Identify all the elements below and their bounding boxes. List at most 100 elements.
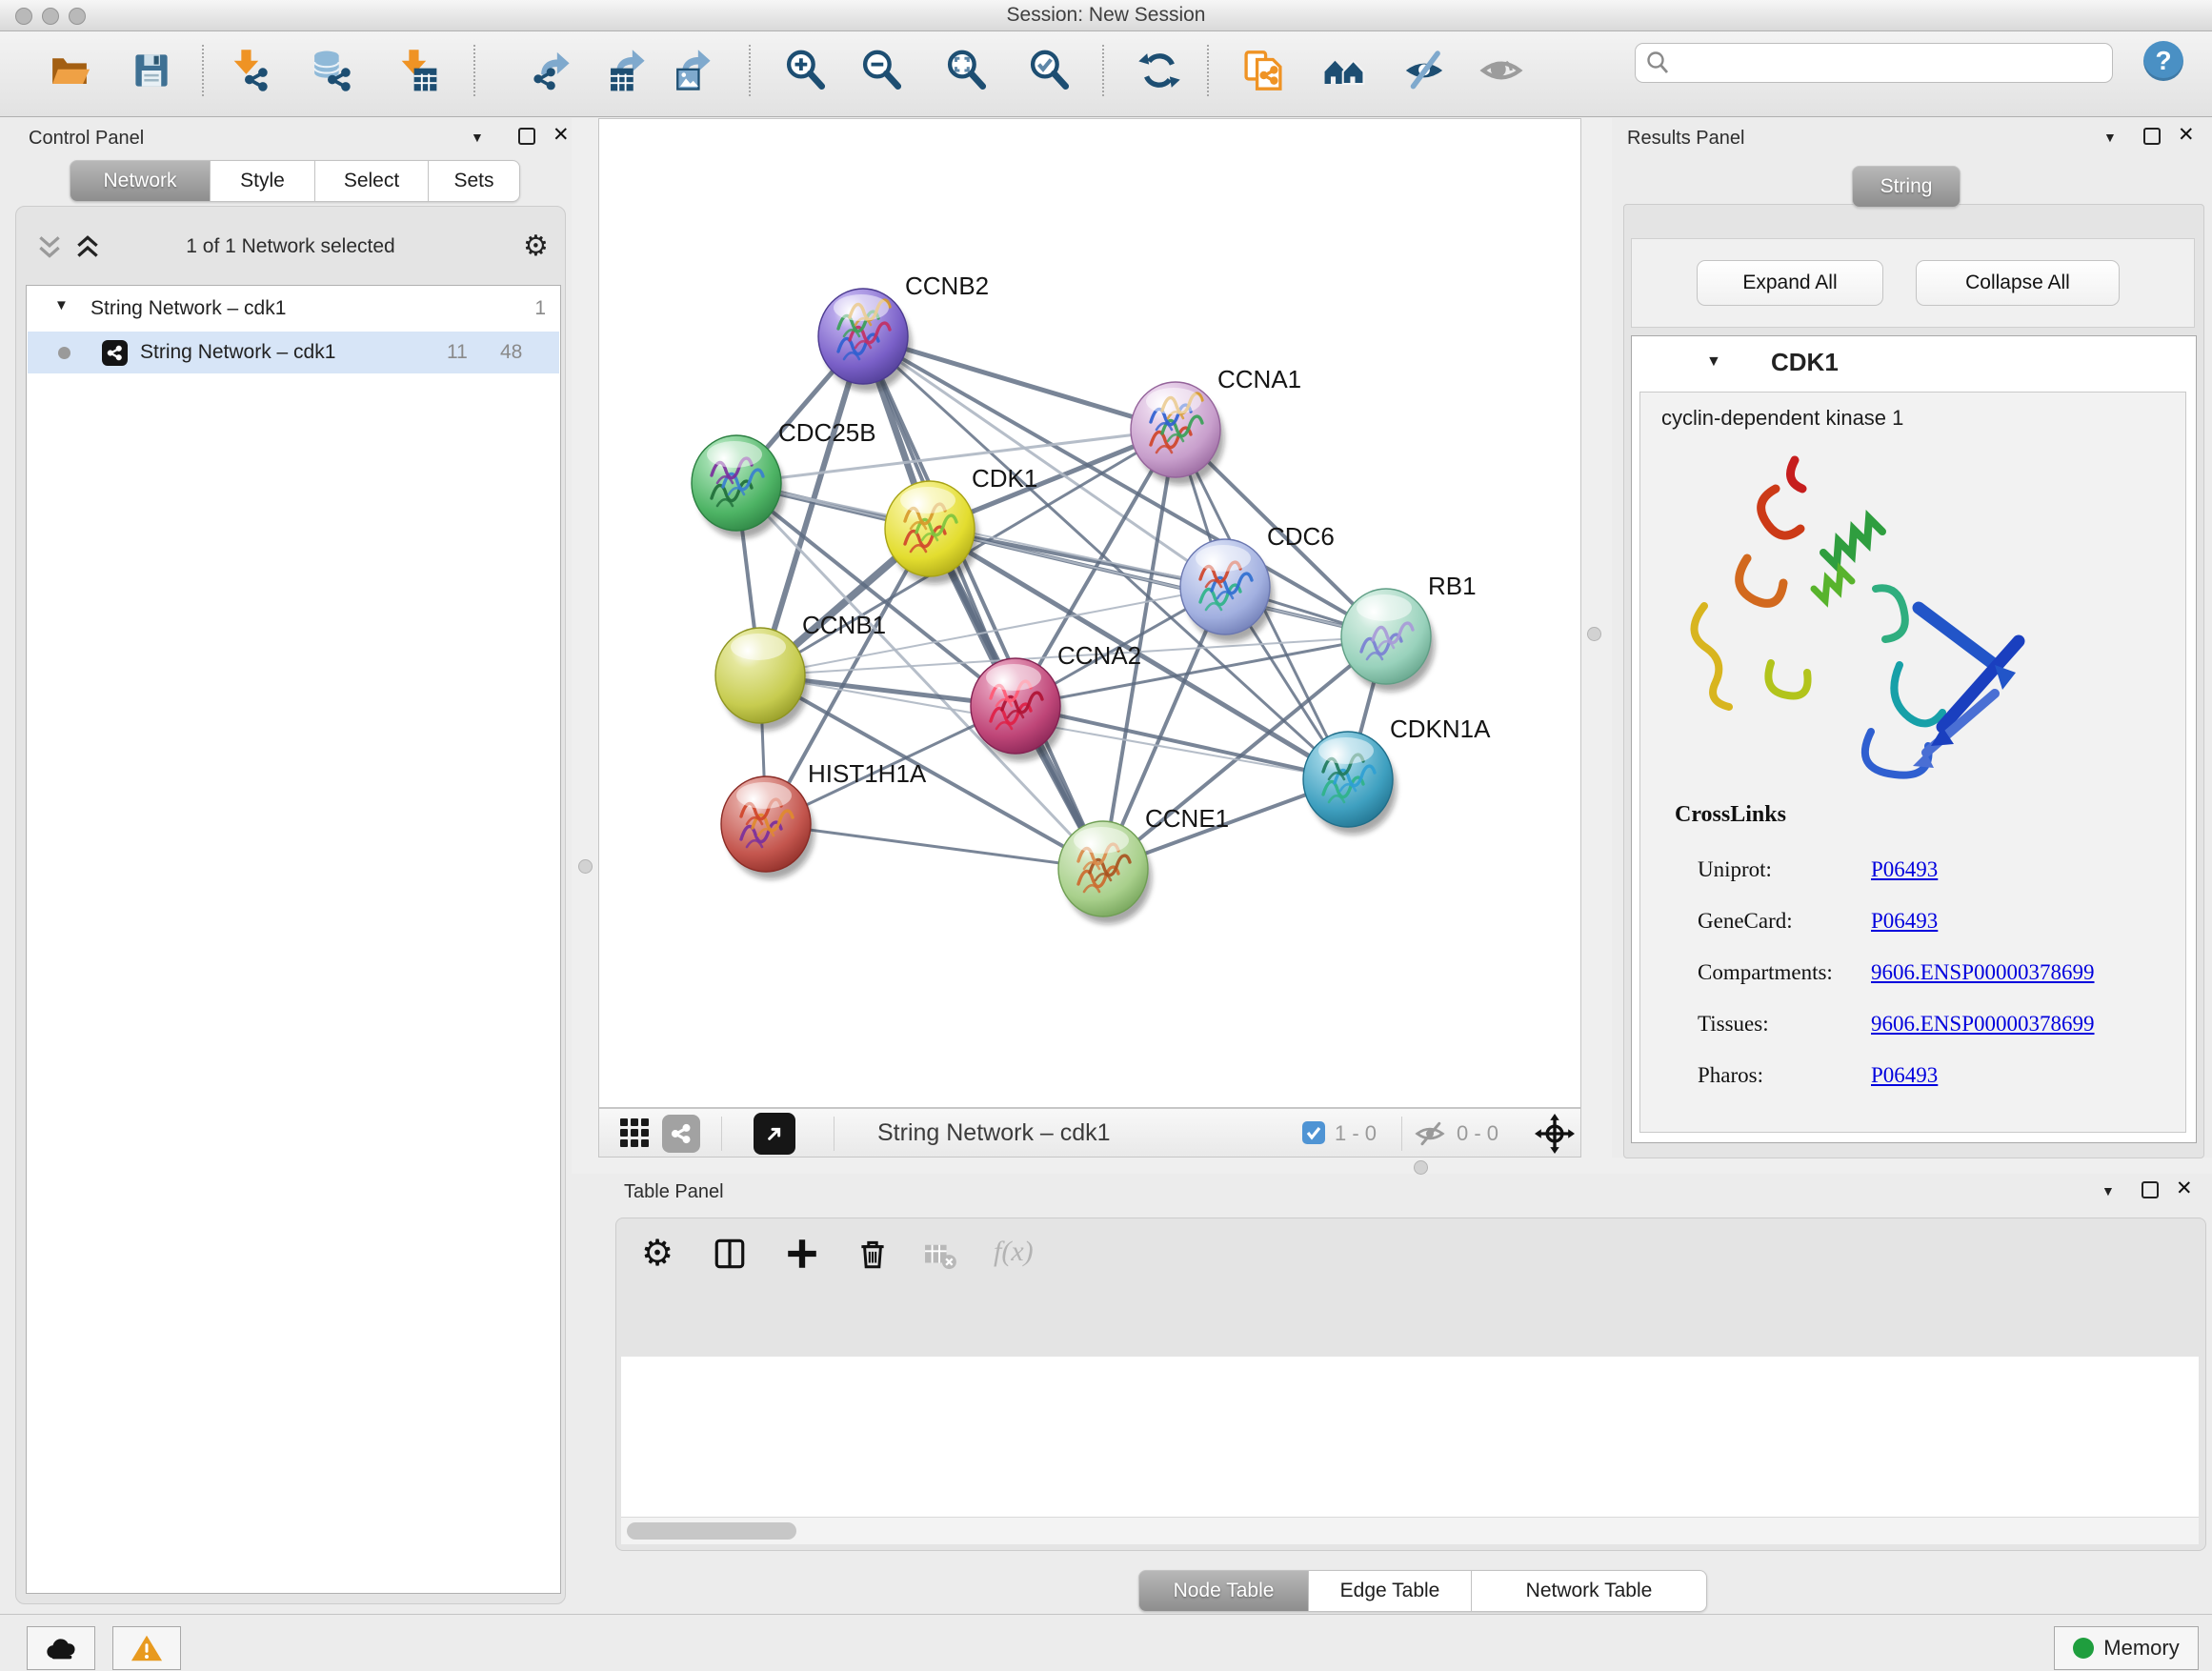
cloud-icon bbox=[45, 1636, 77, 1661]
zoom-selected-button[interactable] bbox=[1028, 49, 1072, 92]
control-panel-float-button[interactable] bbox=[518, 128, 535, 145]
tab-network[interactable]: Network bbox=[70, 160, 211, 202]
zoom-selected-icon bbox=[1028, 49, 1072, 92]
crosslink-link[interactable]: P06493 bbox=[1871, 1063, 1938, 1088]
hide-selected-button[interactable] bbox=[1402, 49, 1446, 92]
warnings-button[interactable] bbox=[112, 1626, 181, 1670]
network-node-count: 11 bbox=[447, 341, 468, 364]
crosslink-link[interactable]: 9606.ENSP00000378699 bbox=[1871, 1012, 2095, 1037]
application-window: Session: New Session ? Control Panel bbox=[0, 0, 2212, 1671]
zoom-fit-button[interactable] bbox=[945, 49, 989, 92]
results-panel-float-button[interactable] bbox=[2143, 128, 2161, 145]
show-all-button[interactable] bbox=[1479, 49, 1523, 92]
horizontal-splitter[interactable] bbox=[572, 1158, 2212, 1174]
tab-node-table[interactable]: Node Table bbox=[1138, 1570, 1309, 1612]
add-column-plus-icon[interactable] bbox=[784, 1236, 820, 1272]
results-panel-close-button[interactable]: ✕ bbox=[2178, 127, 2195, 144]
results-panel-menu-button[interactable]: ▼ bbox=[2103, 130, 2117, 145]
table-panel-menu-button[interactable]: ▼ bbox=[2101, 1183, 2115, 1198]
collapse-all-button[interactable]: Collapse All bbox=[1916, 260, 2120, 306]
save-session-button[interactable] bbox=[130, 49, 173, 92]
help-button[interactable]: ? bbox=[2143, 41, 2183, 81]
cloud-status-button[interactable] bbox=[27, 1626, 95, 1670]
detach-view-button[interactable] bbox=[754, 1113, 795, 1155]
crosslink-label: Compartments: bbox=[1698, 960, 1871, 985]
results-buttons-bar: Expand All Collapse All bbox=[1631, 238, 2195, 328]
memory-status-dot-icon bbox=[2073, 1638, 2094, 1659]
network-edge-CCNB2-CCNE1[interactable] bbox=[863, 336, 1103, 869]
search-icon bbox=[1645, 50, 1670, 75]
export-network-button[interactable] bbox=[532, 49, 575, 92]
network-node-HIST1H1A[interactable]: HIST1H1A bbox=[721, 759, 927, 879]
zoom-out-button[interactable] bbox=[860, 49, 904, 92]
network-view-toolbar: String Network – cdk1 1 - 0 0 - 0 bbox=[598, 1108, 1581, 1158]
refresh-button[interactable] bbox=[1137, 49, 1181, 92]
tab-sets[interactable]: Sets bbox=[429, 160, 520, 202]
import-network-icon bbox=[227, 49, 271, 92]
network-view-title: String Network – cdk1 bbox=[877, 1119, 1111, 1147]
left-splitter[interactable] bbox=[572, 118, 598, 1158]
database-icon bbox=[310, 49, 353, 92]
network-node-CDC6[interactable]: CDC6 bbox=[1180, 522, 1335, 642]
left-splitter-handle[interactable] bbox=[578, 859, 593, 874]
horizontal-splitter-handle[interactable] bbox=[1414, 1160, 1428, 1175]
open-session-button[interactable] bbox=[48, 49, 91, 92]
crosslink-label: Pharos: bbox=[1698, 1063, 1871, 1088]
tab-style[interactable]: Style bbox=[211, 160, 315, 202]
memory-button[interactable]: Memory bbox=[2054, 1626, 2199, 1670]
welcome-screen-button[interactable] bbox=[1322, 49, 1366, 92]
network-type-icon bbox=[102, 340, 128, 366]
network-node-label: CCNA2 bbox=[1057, 641, 1141, 670]
network-row-selected[interactable]: String Network – cdk1 11 48 bbox=[28, 332, 559, 373]
expand-all-button[interactable]: Expand All bbox=[1697, 260, 1883, 306]
pan-crosshair-icon[interactable] bbox=[1535, 1114, 1575, 1154]
gene-entry-collapse-arrow-icon[interactable]: ▼ bbox=[1706, 353, 1721, 371]
right-splitter-handle[interactable] bbox=[1587, 627, 1601, 641]
network-view-type-icon[interactable] bbox=[662, 1115, 700, 1153]
toolbar-separator bbox=[473, 45, 475, 96]
control-panel-close-button[interactable]: ✕ bbox=[553, 127, 570, 144]
tab-string[interactable]: String bbox=[1852, 166, 1961, 208]
network-edge-HIST1H1A-CCNE1[interactable] bbox=[766, 824, 1103, 869]
table-panel-close-button[interactable]: ✕ bbox=[2176, 1180, 2193, 1198]
new-network-from-selection-button[interactable] bbox=[1241, 49, 1285, 92]
network-collection-row[interactable]: ▼ String Network – cdk1 1 bbox=[28, 290, 559, 332]
import-network-database-button[interactable] bbox=[310, 49, 353, 92]
gene-symbol: CDK1 bbox=[1771, 348, 1839, 377]
control-panel-menu-button[interactable]: ▼ bbox=[471, 130, 484, 145]
delete-column-trash-icon[interactable] bbox=[855, 1236, 891, 1272]
crosslink-link[interactable]: 9606.ENSP00000378699 bbox=[1871, 960, 2095, 985]
import-table-button[interactable] bbox=[394, 49, 438, 92]
search-input[interactable] bbox=[1679, 47, 2104, 79]
export-table-button[interactable] bbox=[607, 49, 651, 92]
network-options-gear-icon[interactable]: ⚙ bbox=[523, 230, 549, 263]
network-status-dot-icon bbox=[58, 347, 70, 359]
show-columns-icon[interactable] bbox=[712, 1236, 748, 1272]
table-panel-float-button[interactable] bbox=[2142, 1181, 2159, 1198]
zoom-in-button[interactable] bbox=[784, 49, 828, 92]
crosslink-label: GeneCard: bbox=[1698, 909, 1871, 934]
import-network-file-button[interactable] bbox=[227, 49, 271, 92]
collection-count: 1 bbox=[534, 297, 546, 320]
tab-network-table[interactable]: Network Table bbox=[1472, 1570, 1707, 1612]
network-canvas[interactable]: CCNB2CCNA1CDC25BCDK1CDC6RB1CCNB1CCNA2CDK… bbox=[598, 118, 1581, 1108]
network-node-CDKN1A[interactable]: CDKN1A bbox=[1303, 715, 1491, 835]
tab-edge-table[interactable]: Edge Table bbox=[1309, 1570, 1472, 1612]
table-settings-gear-icon[interactable]: ⚙ bbox=[641, 1232, 674, 1275]
crosslink-link[interactable]: P06493 bbox=[1871, 909, 1938, 934]
tab-select[interactable]: Select bbox=[315, 160, 429, 202]
network-node-CCNB1[interactable]: CCNB1 bbox=[715, 611, 886, 731]
collection-expand-arrow-icon[interactable]: ▼ bbox=[54, 297, 69, 313]
crosslink-link[interactable]: P06493 bbox=[1871, 857, 1938, 882]
birdseye-grid-icon[interactable] bbox=[620, 1118, 649, 1147]
table-hscrollbar-thumb[interactable] bbox=[627, 1522, 796, 1540]
houses-icon bbox=[1322, 49, 1366, 92]
zoom-in-icon bbox=[784, 49, 828, 92]
export-image-button[interactable] bbox=[673, 49, 716, 92]
selected-count-checkbox-icon[interactable] bbox=[1302, 1121, 1325, 1144]
control-panel-title: Control Panel bbox=[29, 128, 144, 150]
hidden-count-eye-icon[interactable] bbox=[1413, 1118, 1447, 1149]
refresh-icon bbox=[1137, 49, 1181, 92]
network-node-RB1[interactable]: RB1 bbox=[1341, 572, 1477, 692]
network-edge-CCNA2-CDKN1A[interactable] bbox=[1016, 706, 1348, 779]
